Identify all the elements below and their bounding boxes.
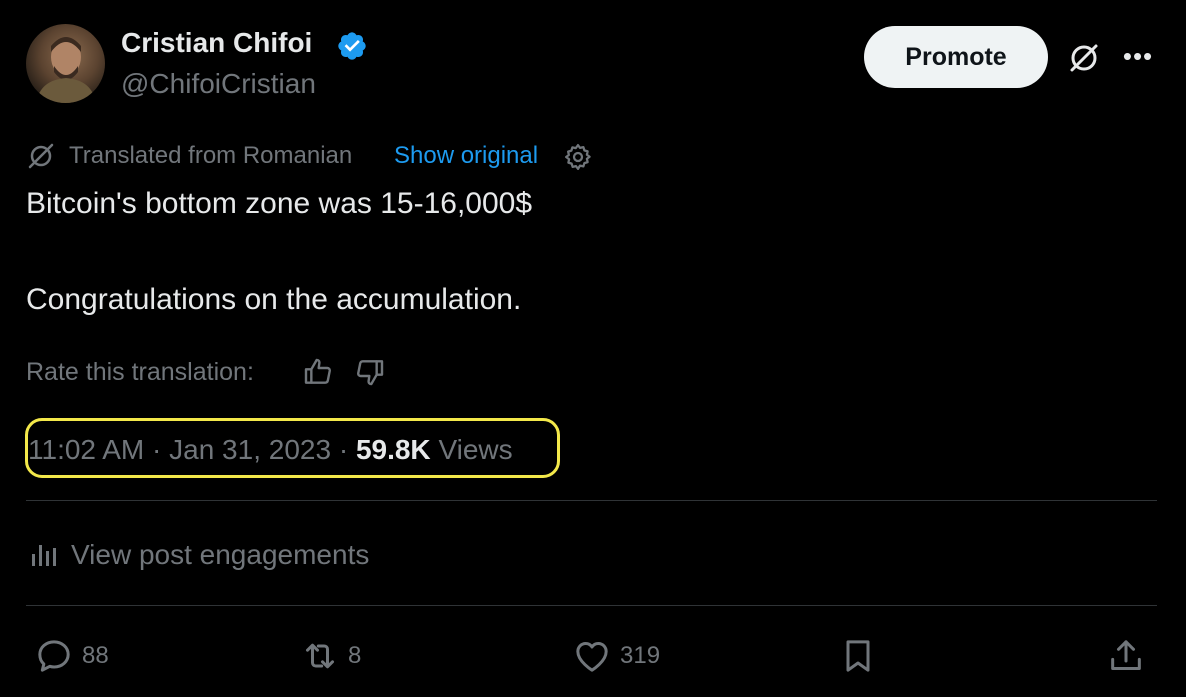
repost-button[interactable]: 8 bbox=[300, 636, 361, 676]
thumbs-down-icon[interactable] bbox=[354, 356, 386, 388]
avatar[interactable] bbox=[26, 24, 105, 103]
share-button[interactable] bbox=[1106, 636, 1146, 676]
share-icon bbox=[1111, 640, 1141, 670]
bookmark-button[interactable] bbox=[838, 636, 878, 676]
rate-translation-label: Rate this translation: bbox=[26, 358, 254, 386]
post-text-line-1: Bitcoin's bottom zone was 15-16,000$ bbox=[26, 187, 533, 220]
reply-button[interactable]: 88 bbox=[34, 636, 109, 676]
heart-icon bbox=[576, 642, 608, 672]
bar-chart-icon[interactable] bbox=[30, 540, 58, 568]
like-count: 319 bbox=[620, 642, 661, 669]
like-button[interactable]: 319 bbox=[572, 636, 660, 676]
grok-icon[interactable] bbox=[1066, 40, 1102, 76]
author-handle[interactable]: @ChifoiCristian bbox=[121, 68, 316, 100]
divider bbox=[26, 500, 1157, 501]
promote-button[interactable]: Promote bbox=[864, 26, 1048, 88]
views-label: Views bbox=[438, 434, 513, 465]
verified-badge-icon[interactable] bbox=[336, 30, 368, 62]
author-display-name[interactable]: Cristian Chifoi bbox=[121, 27, 312, 59]
reply-count: 88 bbox=[82, 642, 109, 669]
translation-label: Translated from Romanian bbox=[69, 142, 353, 169]
thumbs-up-icon[interactable] bbox=[302, 356, 334, 388]
repost-count: 8 bbox=[348, 642, 362, 669]
meta-separator: · bbox=[152, 434, 162, 465]
post-time[interactable]: 11:02 AM bbox=[28, 434, 144, 465]
views-count: 59.8K bbox=[355, 434, 431, 465]
meta-separator: · bbox=[338, 434, 349, 465]
gear-icon[interactable] bbox=[563, 142, 593, 172]
view-engagements-link[interactable]: View post engagements bbox=[71, 539, 369, 571]
divider bbox=[26, 605, 1157, 606]
bookmark-icon bbox=[846, 640, 870, 672]
reply-icon bbox=[38, 640, 70, 672]
post-text-line-2: Congratulations on the accumulation. bbox=[26, 283, 522, 316]
translate-icon bbox=[26, 141, 56, 171]
more-icon[interactable]: ••• bbox=[1120, 43, 1156, 69]
show-original-link[interactable]: Show original bbox=[394, 142, 538, 170]
post-meta: 11:02 AM · Jan 31, 2023 · 59.8K Views bbox=[28, 434, 513, 466]
post-date[interactable]: Jan 31, 2023 bbox=[169, 434, 331, 465]
repost-icon bbox=[306, 643, 334, 669]
